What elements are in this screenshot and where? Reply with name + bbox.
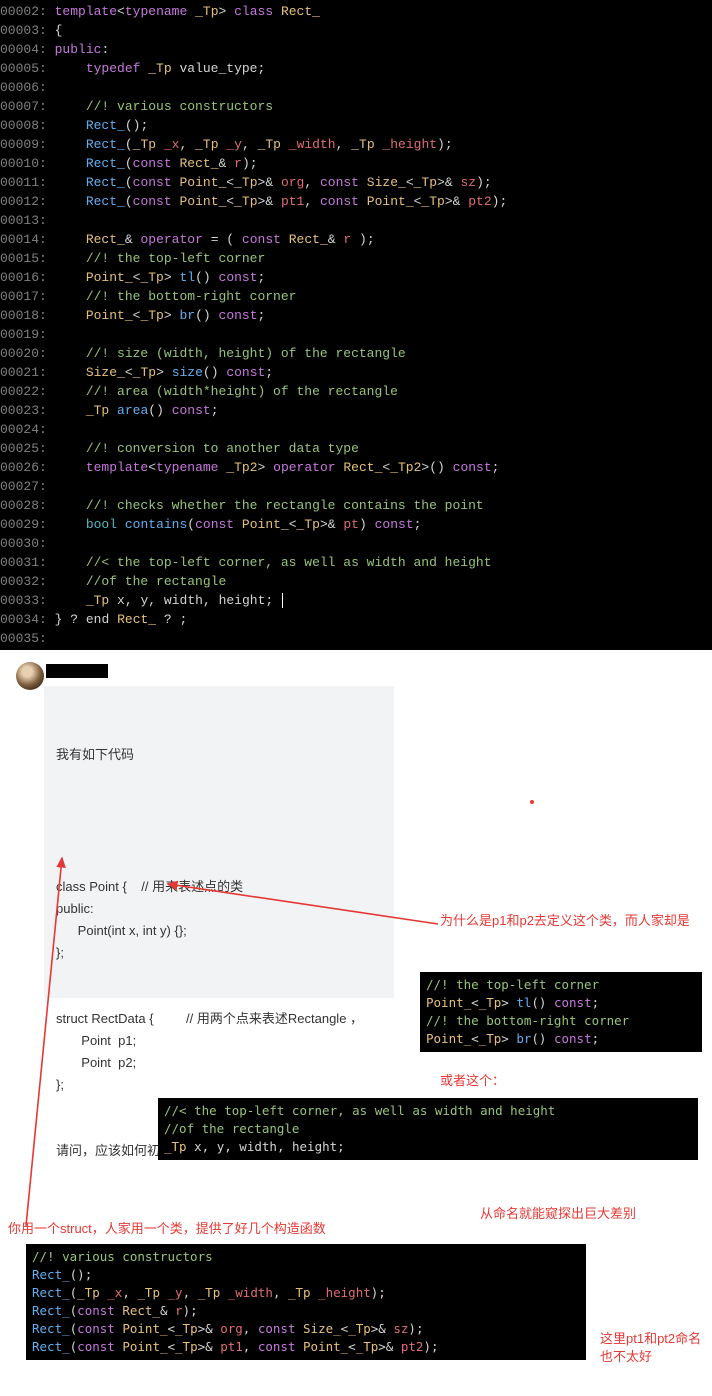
username-redacted	[46, 664, 108, 678]
annotation-or-this: 或者这个：	[440, 1072, 540, 1090]
question-intro: 我有如下代码	[56, 744, 382, 766]
red-dot-icon	[530, 800, 534, 804]
avatar	[16, 662, 44, 690]
annotation-naming-diff: 从命名就能窥探出巨大差别	[480, 1205, 700, 1223]
snippet-constructors: //! various constructors Rect_(); Rect_(…	[26, 1244, 586, 1360]
annotation-region: 我有如下代码 class Point { // 用来表述点的类 public: …	[0, 650, 712, 1390]
snippet-xywh: //< the top-left corner, as well as widt…	[158, 1098, 698, 1160]
main-code-block: 00002: template<typename _Tp> class Rect…	[0, 0, 712, 650]
annotation-struct-vs-class: 你用一个struct，人家用一个类，提供了好几个构造函数	[8, 1220, 408, 1238]
question-box: 我有如下代码 class Point { // 用来表述点的类 public: …	[44, 686, 394, 998]
question-body: class Point { // 用来表述点的类 public: Point(i…	[56, 876, 382, 1096]
snippet-tl-br: //! the top-left corner Point_<_Tp> tl()…	[420, 972, 702, 1052]
annotation-why-p1p2: 为什么是p1和p2去定义这个类，而人家却是	[440, 912, 690, 930]
annotation-pt1pt2-bad: 这里pt1和pt2命名也不太好	[600, 1330, 710, 1366]
